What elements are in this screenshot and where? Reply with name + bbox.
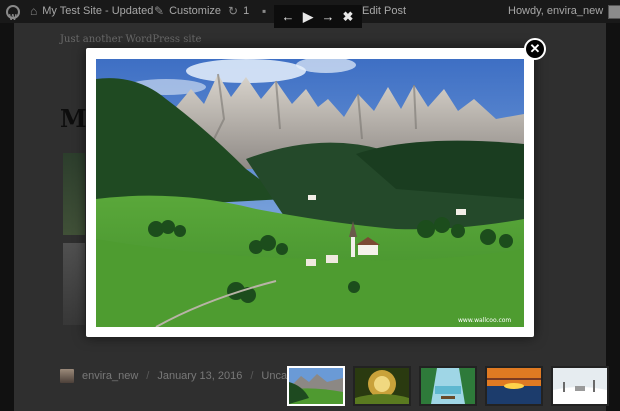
- thumbnail-forest-path[interactable]: [353, 366, 411, 406]
- edit-post-label: Edit Post: [362, 5, 407, 17]
- post-date[interactable]: January 13, 2016: [157, 370, 242, 382]
- post-meta: envira_new / January 13, 2016 / Uncateg: [60, 369, 302, 383]
- edit-post-link[interactable]: Edit Post: [362, 0, 406, 23]
- wordpress-logo-icon[interactable]: [6, 0, 20, 29]
- updates-count: 1: [243, 5, 250, 17]
- author-avatar: [60, 369, 74, 383]
- comments-link[interactable]: ▪: [262, 0, 266, 23]
- greeting-label: Howdy, envira_new: [508, 5, 604, 17]
- home-icon: ⌂: [30, 4, 38, 18]
- lightbox-toolbar: ← ▶ → ✖: [274, 5, 362, 28]
- site-name-label: My Test Site - Updated: [42, 5, 154, 17]
- my-account-link[interactable]: Howdy, envira_new: [508, 0, 620, 23]
- gallery-image-behind: [63, 243, 85, 325]
- avatar: [608, 4, 620, 19]
- next-arrow-icon[interactable]: →: [319, 5, 337, 28]
- meta-separator: /: [250, 370, 254, 382]
- lightbox-close-button[interactable]: ✕: [524, 38, 546, 60]
- thumbnail-lake-bench[interactable]: [419, 366, 477, 406]
- thumbnail-winter-scene[interactable]: [551, 366, 609, 406]
- post-author[interactable]: envira_new: [82, 370, 138, 382]
- brush-icon: ✎: [154, 4, 165, 18]
- image-watermark: www.wallcoo.com: [458, 317, 511, 324]
- prev-arrow-icon[interactable]: ←: [279, 5, 297, 28]
- thumbnail-mountain-valley[interactable]: [287, 366, 345, 406]
- gallery-image-behind: [63, 153, 85, 235]
- refresh-icon: ↻: [228, 4, 239, 18]
- customize-label: Customize: [169, 5, 222, 17]
- lightbox-frame: www.wallcoo.com: [86, 48, 534, 337]
- meta-separator: /: [146, 370, 150, 382]
- lightbox-image: www.wallcoo.com: [96, 59, 524, 327]
- site-tagline: Just another WordPress site: [60, 34, 202, 45]
- site-name-link[interactable]: ⌂ My Test Site - Updated: [30, 0, 153, 23]
- comment-icon: ▪: [262, 4, 267, 18]
- close-x-icon[interactable]: ✖: [339, 5, 357, 28]
- updates-link[interactable]: ↻ 1: [228, 0, 249, 23]
- play-icon[interactable]: ▶: [299, 5, 317, 28]
- customize-link[interactable]: ✎ Customize: [154, 0, 221, 23]
- thumbnail-sunset-sea[interactable]: [485, 366, 543, 406]
